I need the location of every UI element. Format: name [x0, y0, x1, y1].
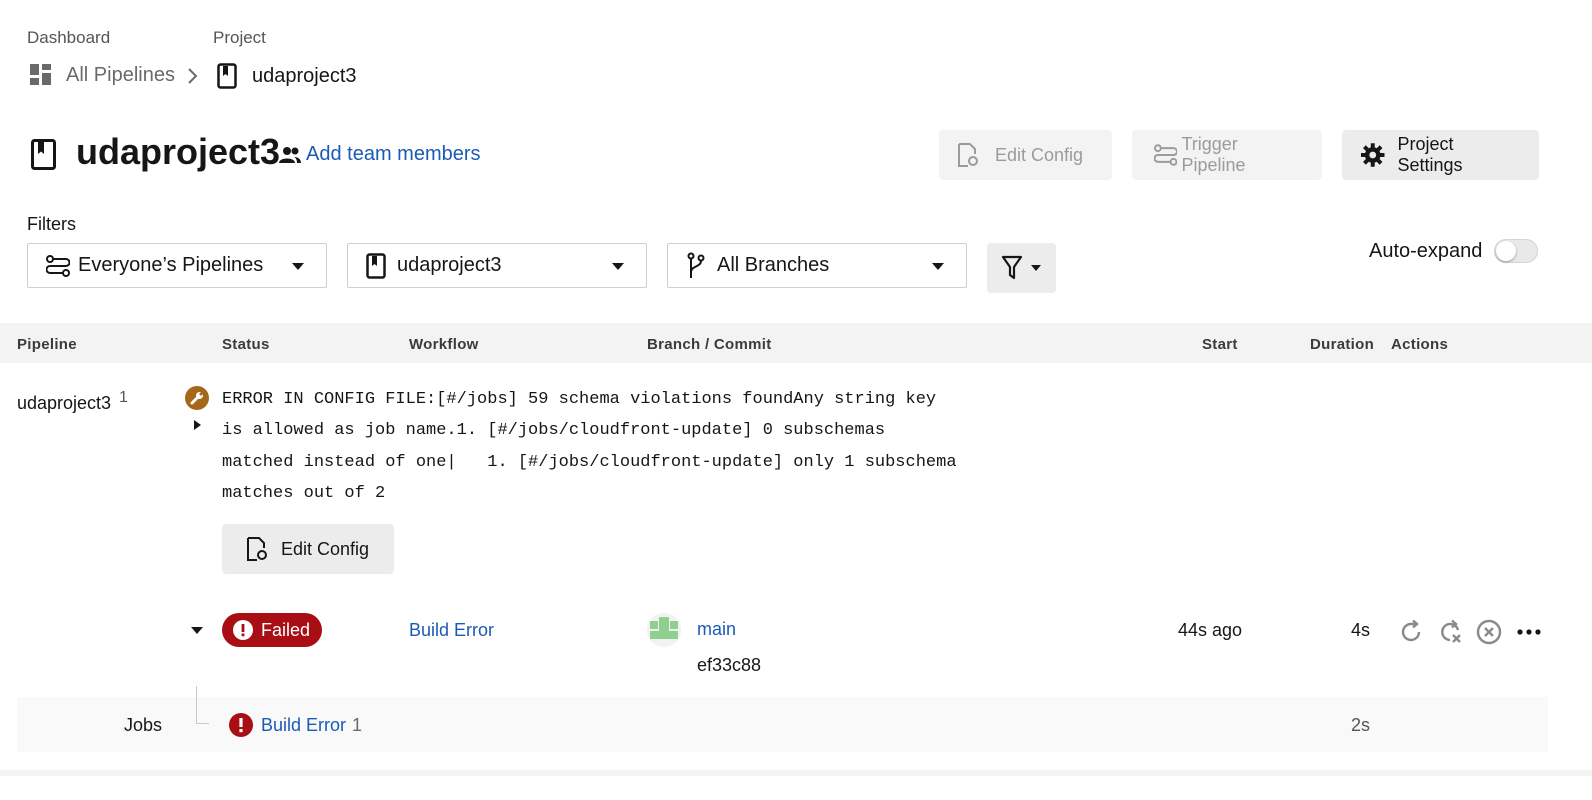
config-error-line-3: matched instead of one| 1. [#/jobs/cloud… — [222, 453, 957, 472]
file-settings-icon — [958, 143, 978, 167]
row-divider — [0, 770, 1592, 776]
breadcrumb-project-label: Project — [213, 28, 266, 47]
tree-connector — [196, 686, 209, 724]
add-team-members-link[interactable]: Add team members — [279, 143, 481, 166]
trigger-pipeline-icon — [1154, 144, 1178, 166]
branch-filter-select[interactable]: All Branches — [667, 243, 967, 288]
toggle-knob — [1496, 241, 1516, 261]
dashboard-icon — [30, 64, 51, 85]
commit-hash[interactable]: ef33c88 — [697, 655, 761, 676]
trigger-pipeline-label: Trigger Pipeline — [1181, 134, 1246, 175]
col-header-start: Start — [1202, 336, 1238, 353]
chevron-down-icon — [292, 263, 304, 270]
col-header-workflow: Workflow — [409, 336, 479, 353]
project-settings-label: Project Settings — [1397, 134, 1463, 175]
edit-config-button[interactable]: Edit Config — [939, 130, 1112, 180]
chevron-down-icon — [932, 263, 944, 270]
bookmark-icon — [366, 252, 386, 279]
workflow-link[interactable]: Build Error — [409, 620, 494, 641]
project-filter-select[interactable]: udaproject3 — [347, 243, 647, 288]
job-link[interactable]: Build Error — [261, 715, 346, 736]
add-team-members-label[interactable]: Add team members — [306, 143, 481, 166]
bookmark-icon — [217, 63, 237, 89]
expand-arrow-icon[interactable] — [194, 420, 201, 430]
col-header-duration: Duration — [1310, 336, 1375, 353]
project-bookmark-icon — [31, 139, 56, 170]
pipelines-icon — [46, 254, 70, 277]
project-settings-button[interactable]: Project Settings — [1342, 130, 1539, 180]
breadcrumb-dashboard-label: Dashboard — [27, 28, 111, 47]
collapse-arrow-icon[interactable] — [191, 627, 203, 634]
branch-icon — [687, 252, 705, 278]
job-number: 1 — [352, 715, 363, 735]
page-title: udaproject3 — [76, 131, 281, 172]
col-header-branch-commit: Branch / Commit — [647, 336, 772, 353]
all-pipelines-link[interactable]: All Pipelines — [66, 64, 175, 87]
rerun-failed-icon[interactable] — [1437, 619, 1463, 645]
status-label: Failed — [261, 619, 311, 640]
config-error-line-2: is allowed as job name.1. [#/jobs/cloudf… — [222, 421, 886, 440]
rerun-icon[interactable] — [1398, 619, 1424, 645]
filter-icon — [1001, 255, 1023, 280]
branch-link[interactable]: main — [697, 619, 736, 640]
pipeline-number: 1 — [119, 389, 128, 406]
start-time: 44s ago — [1178, 620, 1243, 640]
duration: 4s — [1351, 620, 1371, 640]
chevron-down-icon — [1031, 265, 1041, 271]
col-header-status: Status — [222, 336, 270, 353]
jobs-label: Jobs — [124, 715, 163, 735]
error-icon — [229, 713, 253, 737]
pipeline-name[interactable]: udaproject3 — [17, 393, 111, 414]
edit-config-label: Edit Config — [995, 144, 1084, 165]
breadcrumb-project[interactable]: udaproject3 — [217, 63, 357, 89]
row-edit-config-label: Edit Config — [281, 538, 370, 559]
col-header-pipeline: Pipeline — [17, 336, 77, 353]
people-icon — [279, 146, 301, 163]
error-icon — [233, 620, 253, 640]
auto-expand-toggle[interactable] — [1494, 239, 1538, 263]
config-error-wrench-icon — [185, 386, 209, 410]
gear-icon — [1360, 143, 1385, 167]
project-filter-value: udaproject3 — [397, 254, 502, 276]
config-error-line-4: matches out of 2 — [222, 484, 386, 503]
row-edit-config-button[interactable]: Edit Config — [222, 524, 394, 574]
more-actions-icon[interactable] — [1516, 619, 1542, 645]
breadcrumb-project-name[interactable]: udaproject3 — [252, 65, 357, 88]
advanced-filter-button[interactable] — [987, 243, 1056, 293]
branch-filter-value: All Branches — [717, 254, 830, 276]
avatar — [647, 613, 681, 647]
col-header-actions: Actions — [1391, 336, 1449, 353]
filters-label: Filters — [27, 214, 76, 234]
pipelines-filter-value: Everyone’s Pipelines — [78, 254, 264, 276]
status-badge-failed[interactable]: Failed — [222, 613, 322, 647]
file-settings-icon — [247, 537, 267, 561]
config-error-line-1: ERROR IN CONFIG FILE:[#/jobs] 59 schema … — [222, 390, 937, 409]
chevron-down-icon — [612, 263, 624, 270]
chevron-right-icon — [188, 68, 198, 84]
auto-expand-label: Auto-expand — [1369, 240, 1483, 262]
job-duration: 2s — [1351, 715, 1371, 735]
trigger-pipeline-button[interactable]: Trigger Pipeline — [1132, 130, 1322, 180]
cancel-icon[interactable] — [1476, 619, 1502, 645]
breadcrumb-all-pipelines[interactable]: All Pipelines — [29, 63, 175, 87]
pipelines-filter-select[interactable]: Everyone’s Pipelines — [27, 243, 327, 288]
